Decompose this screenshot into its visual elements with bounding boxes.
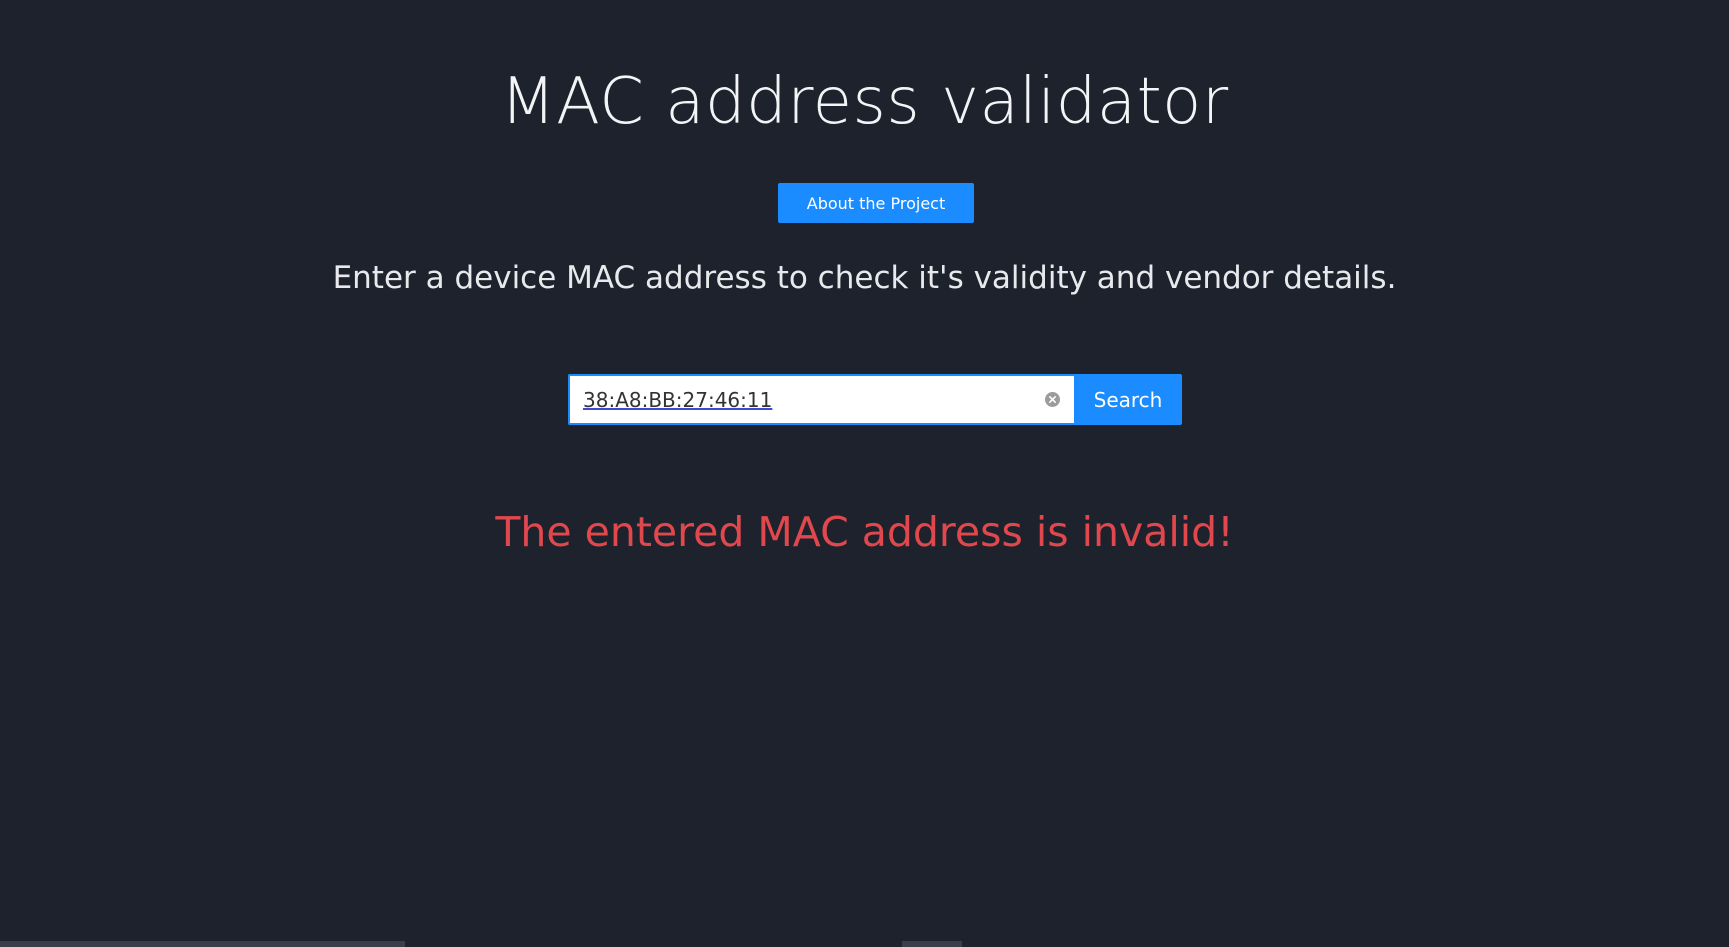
mac-address-input[interactable]: [583, 376, 1023, 423]
clear-icon[interactable]: [1045, 392, 1060, 407]
about-project-button[interactable]: About the Project: [778, 183, 974, 223]
taskbar-strip: [0, 941, 405, 947]
page-title: MAC address validator: [500, 65, 1229, 139]
search-button[interactable]: Search: [1074, 374, 1182, 425]
validation-error-message: The entered MAC address is invalid!: [495, 508, 1234, 556]
taskbar-item: [902, 941, 962, 947]
search-form: Search: [568, 374, 1182, 425]
page-subtitle: Enter a device MAC address to check it's…: [332, 260, 1397, 296]
search-input-wrapper: [568, 374, 1074, 425]
